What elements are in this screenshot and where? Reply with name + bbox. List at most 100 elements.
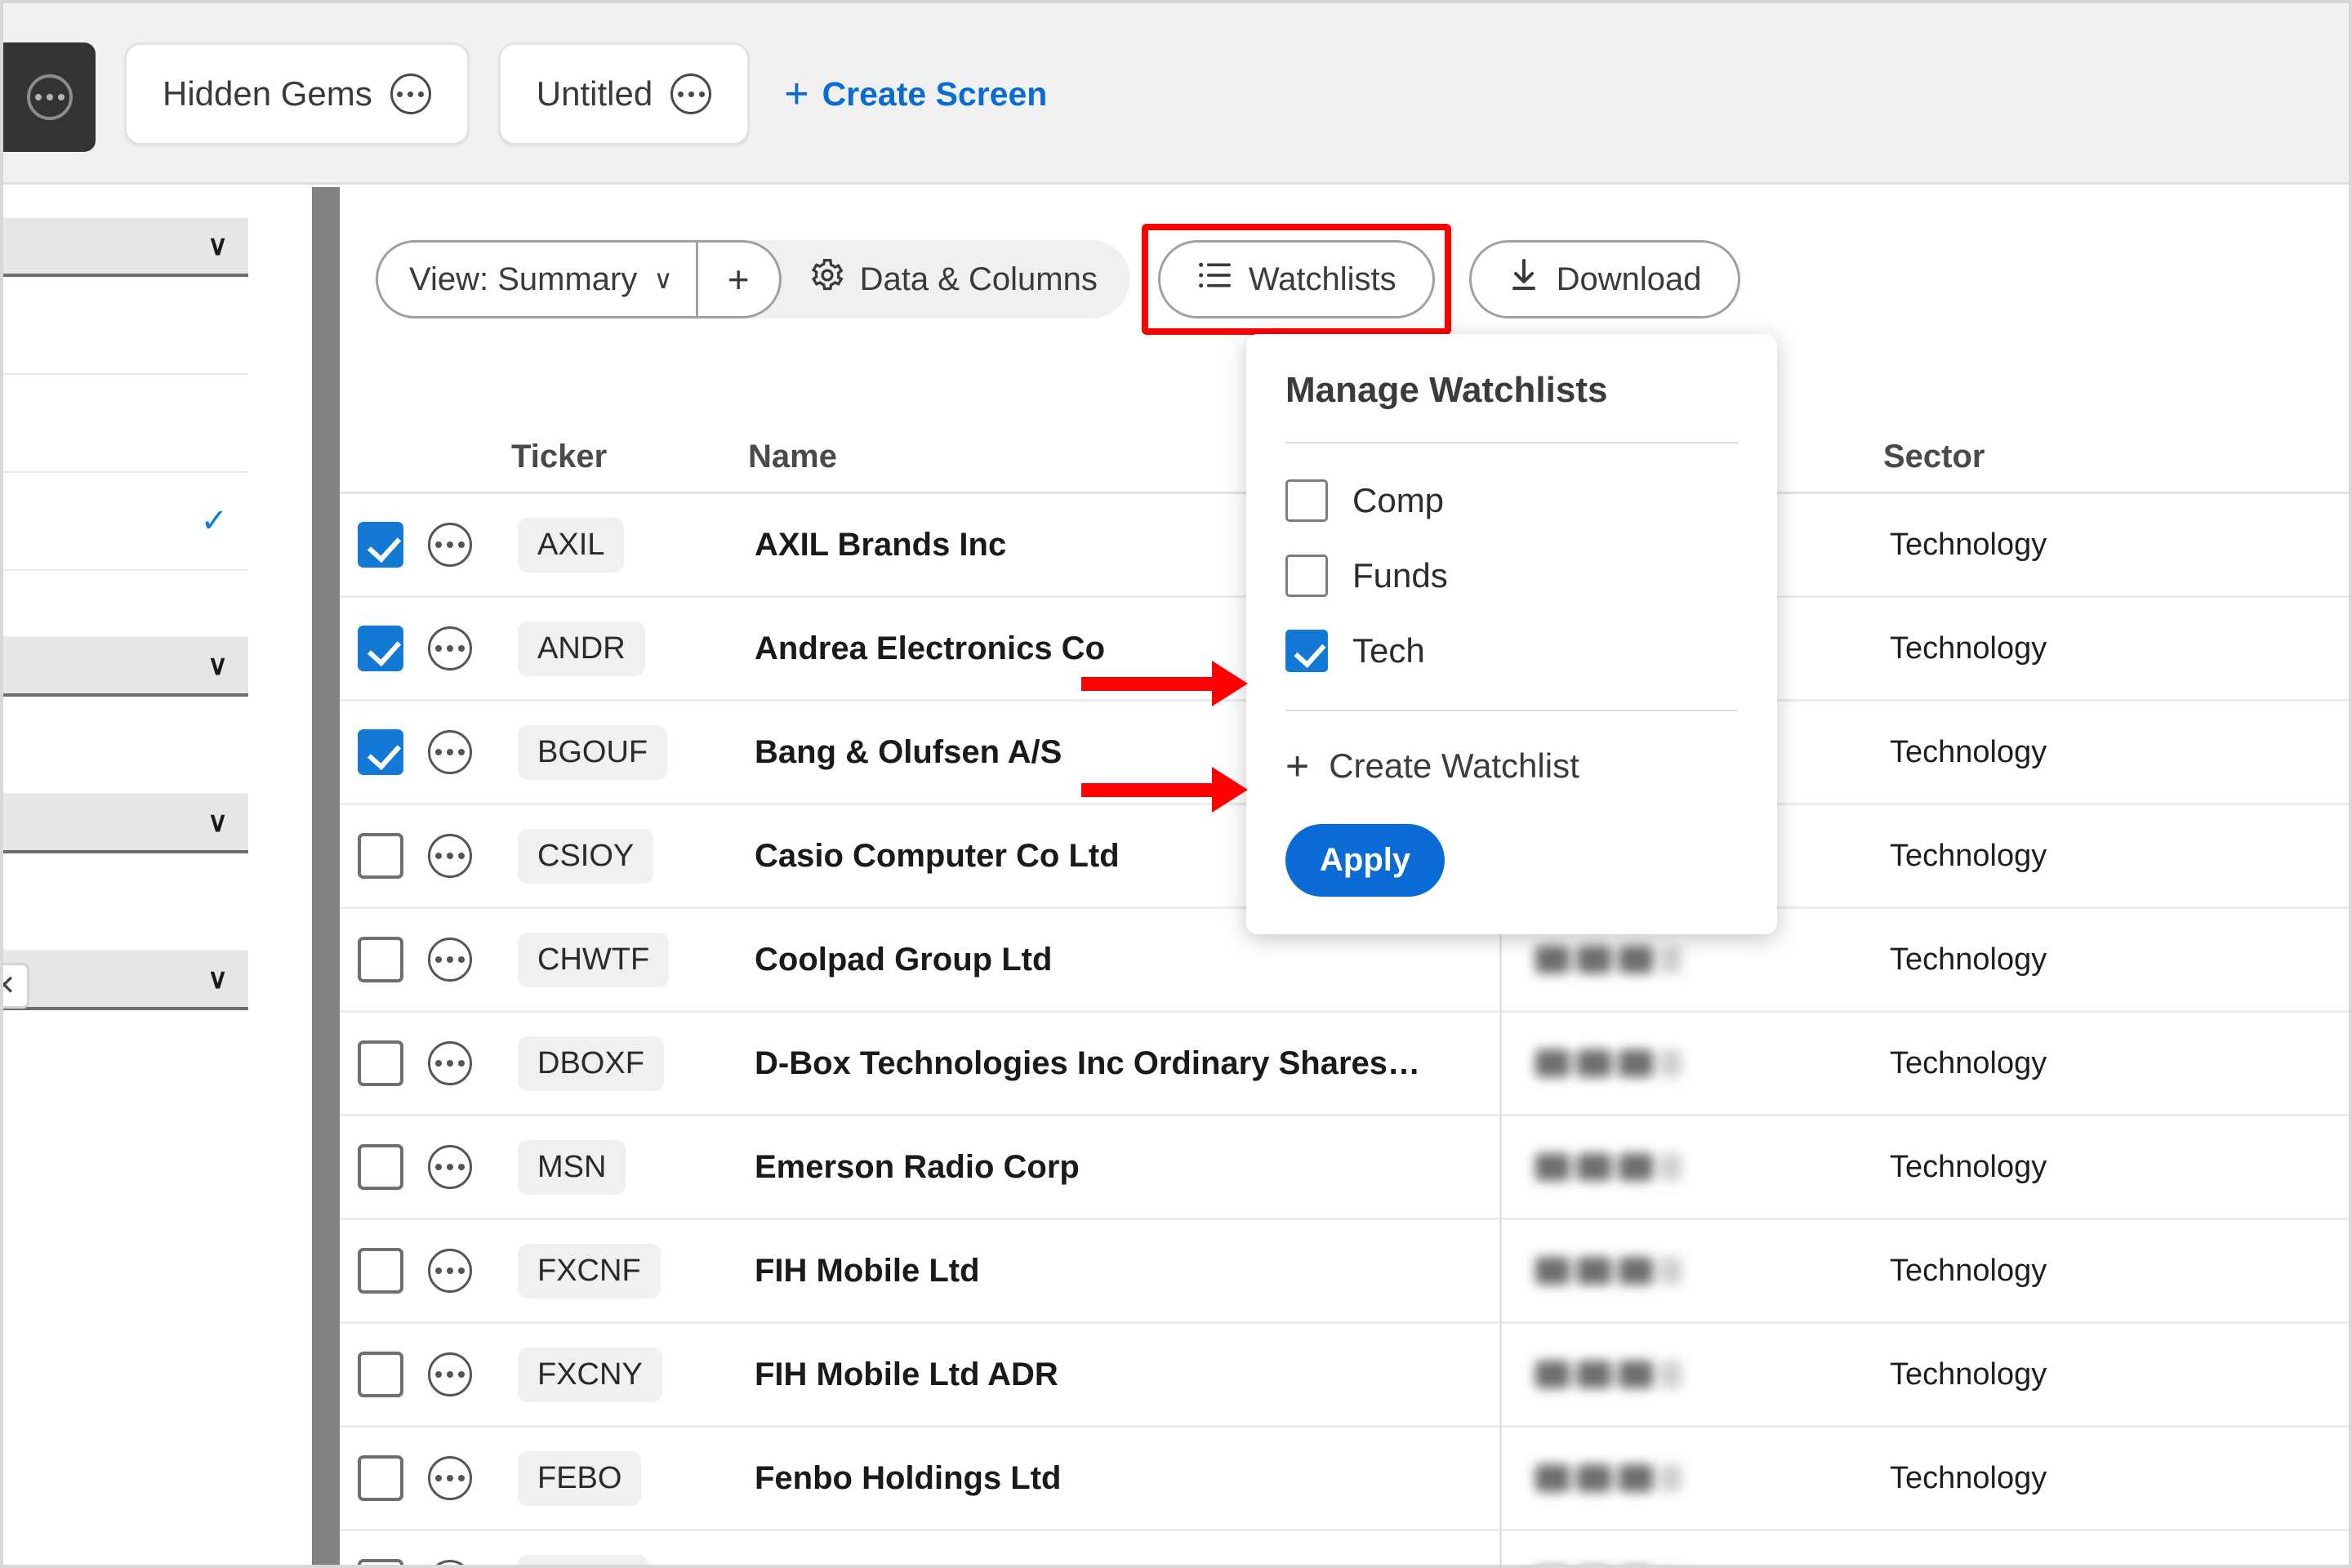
- sidebar-section-header-with-clear[interactable]: ✕ ∨: [3, 951, 248, 1010]
- row-select-cell[interactable]: [340, 1040, 421, 1086]
- name-cell[interactable]: FIH Mobile Ltd ADR: [755, 1356, 1506, 1393]
- create-watchlist-button[interactable]: + Create Watchlist: [1285, 742, 1738, 790]
- name-cell[interactable]: Coolpad Group Ltd: [755, 942, 1506, 978]
- watchlist-item-tech[interactable]: Tech: [1285, 613, 1738, 688]
- row-actions-cell[interactable]: [428, 938, 518, 982]
- table-row[interactable]: GPRO GoPro Inc Class A Technology: [340, 1531, 2349, 1566]
- name-cell[interactable]: Fenbo Holdings Ltd: [755, 1460, 1506, 1497]
- name-cell[interactable]: Emerson Radio Corp: [755, 1149, 1506, 1186]
- ellipsis-circle-icon[interactable]: [428, 938, 472, 982]
- checkbox-unchecked-icon[interactable]: [1285, 479, 1328, 522]
- ellipsis-circle-icon[interactable]: [428, 523, 472, 567]
- create-screen-button[interactable]: + Create Screen: [784, 42, 1047, 145]
- home-menu-tab[interactable]: [3, 42, 96, 152]
- ellipsis-circle-icon[interactable]: [428, 1560, 472, 1565]
- row-actions-cell[interactable]: [428, 1352, 518, 1396]
- row-actions-cell[interactable]: [428, 730, 518, 774]
- ticker-cell[interactable]: FXCNF: [518, 1243, 755, 1298]
- sidebar-section-header[interactable]: ∨: [3, 218, 248, 277]
- ticker-cell[interactable]: FEBO: [518, 1450, 755, 1506]
- checkbox-unchecked-icon[interactable]: [358, 1559, 403, 1565]
- row-actions-cell[interactable]: [428, 1041, 518, 1085]
- row-select-cell[interactable]: [340, 1559, 421, 1565]
- row-actions-cell[interactable]: [428, 1456, 518, 1500]
- sidebar-option-row[interactable]: [3, 277, 248, 375]
- row-select-cell[interactable]: [340, 937, 421, 982]
- watchlist-item-funds[interactable]: Funds: [1285, 538, 1738, 613]
- row-actions-cell[interactable]: [428, 1560, 518, 1565]
- ticker-cell[interactable]: DBOXF: [518, 1036, 755, 1091]
- ticker-cell[interactable]: MSN: [518, 1139, 755, 1195]
- apply-button[interactable]: Apply: [1285, 824, 1446, 897]
- ticker-cell[interactable]: ANDR: [518, 621, 755, 676]
- ellipsis-circle-icon[interactable]: [428, 626, 472, 670]
- row-select-cell[interactable]: [340, 833, 421, 879]
- ellipsis-circle-icon[interactable]: [428, 1456, 472, 1500]
- checkbox-unchecked-icon[interactable]: [358, 937, 403, 982]
- row-select-cell[interactable]: [340, 626, 421, 671]
- row-select-cell[interactable]: [340, 522, 421, 568]
- ellipsis-circle-icon[interactable]: [428, 1249, 472, 1293]
- row-actions-cell[interactable]: [428, 834, 518, 878]
- row-select-cell[interactable]: [340, 1352, 421, 1397]
- table-row[interactable]: FXCNY FIH Mobile Ltd ADR Technology: [340, 1324, 2349, 1428]
- clear-filter-button[interactable]: ✕: [3, 963, 29, 1009]
- ellipsis-circle-icon[interactable]: [428, 834, 472, 878]
- sidebar-option-row-selected[interactable]: ✓: [3, 473, 248, 571]
- sidebar-section-header[interactable]: ∨: [3, 638, 248, 697]
- checkbox-checked-icon[interactable]: [358, 522, 403, 568]
- row-select-cell[interactable]: [340, 1248, 421, 1294]
- download-button[interactable]: Download: [1468, 240, 1740, 318]
- checkbox-unchecked-icon[interactable]: [358, 1248, 403, 1294]
- watchlists-button[interactable]: Watchlists: [1157, 240, 1435, 318]
- ellipsis-circle-icon[interactable]: [428, 730, 472, 774]
- sidebar-option-row[interactable]: [3, 571, 248, 638]
- ellipsis-circle-icon[interactable]: [390, 74, 431, 114]
- ellipsis-circle-icon[interactable]: [428, 1145, 472, 1189]
- row-select-cell[interactable]: [340, 1144, 421, 1190]
- view-selector[interactable]: View: Summary ∨: [376, 240, 696, 318]
- checkbox-unchecked-icon[interactable]: [358, 1352, 403, 1397]
- row-select-cell[interactable]: [340, 729, 421, 775]
- row-actions-cell[interactable]: [428, 1249, 518, 1293]
- checkbox-checked-icon[interactable]: [358, 626, 403, 671]
- row-actions-cell[interactable]: [428, 523, 518, 567]
- row-actions-cell[interactable]: [428, 1145, 518, 1189]
- vertical-scrollbar[interactable]: [312, 187, 340, 1565]
- ellipsis-circle-icon[interactable]: [428, 1352, 472, 1396]
- checkbox-checked-icon[interactable]: [358, 729, 403, 775]
- ellipsis-circle-icon[interactable]: [670, 74, 712, 114]
- name-cell[interactable]: FIH Mobile Ltd: [755, 1253, 1506, 1290]
- name-cell[interactable]: GoPro Inc Class A: [755, 1564, 1506, 1566]
- row-actions-cell[interactable]: [428, 626, 518, 670]
- table-row[interactable]: FXCNF FIH Mobile Ltd Technology: [340, 1220, 2349, 1324]
- ticker-cell[interactable]: CHWTF: [518, 932, 755, 987]
- table-row[interactable]: FEBO Fenbo Holdings Ltd Technology: [340, 1428, 2349, 1531]
- data-and-columns-button[interactable]: Data & Columns: [782, 240, 1130, 318]
- ticker-cell[interactable]: FXCNY: [518, 1347, 755, 1402]
- ticker-cell[interactable]: AXIL: [518, 517, 755, 572]
- ticker-cell[interactable]: GPRO: [518, 1554, 755, 1565]
- checkbox-unchecked-icon[interactable]: [358, 1040, 403, 1086]
- ticker-cell[interactable]: BGOUF: [518, 724, 755, 780]
- ticker-cell[interactable]: CSIOY: [518, 828, 755, 884]
- sidebar-option-row[interactable]: [3, 853, 248, 951]
- checkbox-unchecked-icon[interactable]: [1285, 555, 1328, 597]
- ticker-column-header[interactable]: Ticker: [511, 439, 748, 475]
- screen-tab-untitled[interactable]: Untitled: [497, 42, 751, 145]
- sector-column-header[interactable]: Sector: [1883, 439, 2341, 475]
- ellipsis-circle-icon[interactable]: [428, 1041, 472, 1085]
- row-select-cell[interactable]: [340, 1455, 421, 1501]
- sidebar-section-header[interactable]: ∨: [3, 795, 248, 853]
- screen-tab-hidden-gems[interactable]: Hidden Gems: [124, 42, 470, 145]
- checkbox-unchecked-icon[interactable]: [358, 833, 403, 879]
- table-row[interactable]: MSN Emerson Radio Corp Technology: [340, 1116, 2349, 1220]
- checkbox-checked-icon[interactable]: [1285, 630, 1328, 672]
- sidebar-option-row[interactable]: [3, 697, 248, 795]
- add-view-button[interactable]: +: [695, 240, 782, 318]
- watchlist-item-comp[interactable]: Comp: [1285, 463, 1738, 538]
- table-row[interactable]: DBOXF D-Box Technologies Inc Ordinary Sha…: [340, 1013, 2349, 1116]
- sidebar-option-row[interactable]: [3, 375, 248, 473]
- name-cell[interactable]: D-Box Technologies Inc Ordinary Shares…: [755, 1045, 1506, 1082]
- checkbox-unchecked-icon[interactable]: [358, 1455, 403, 1501]
